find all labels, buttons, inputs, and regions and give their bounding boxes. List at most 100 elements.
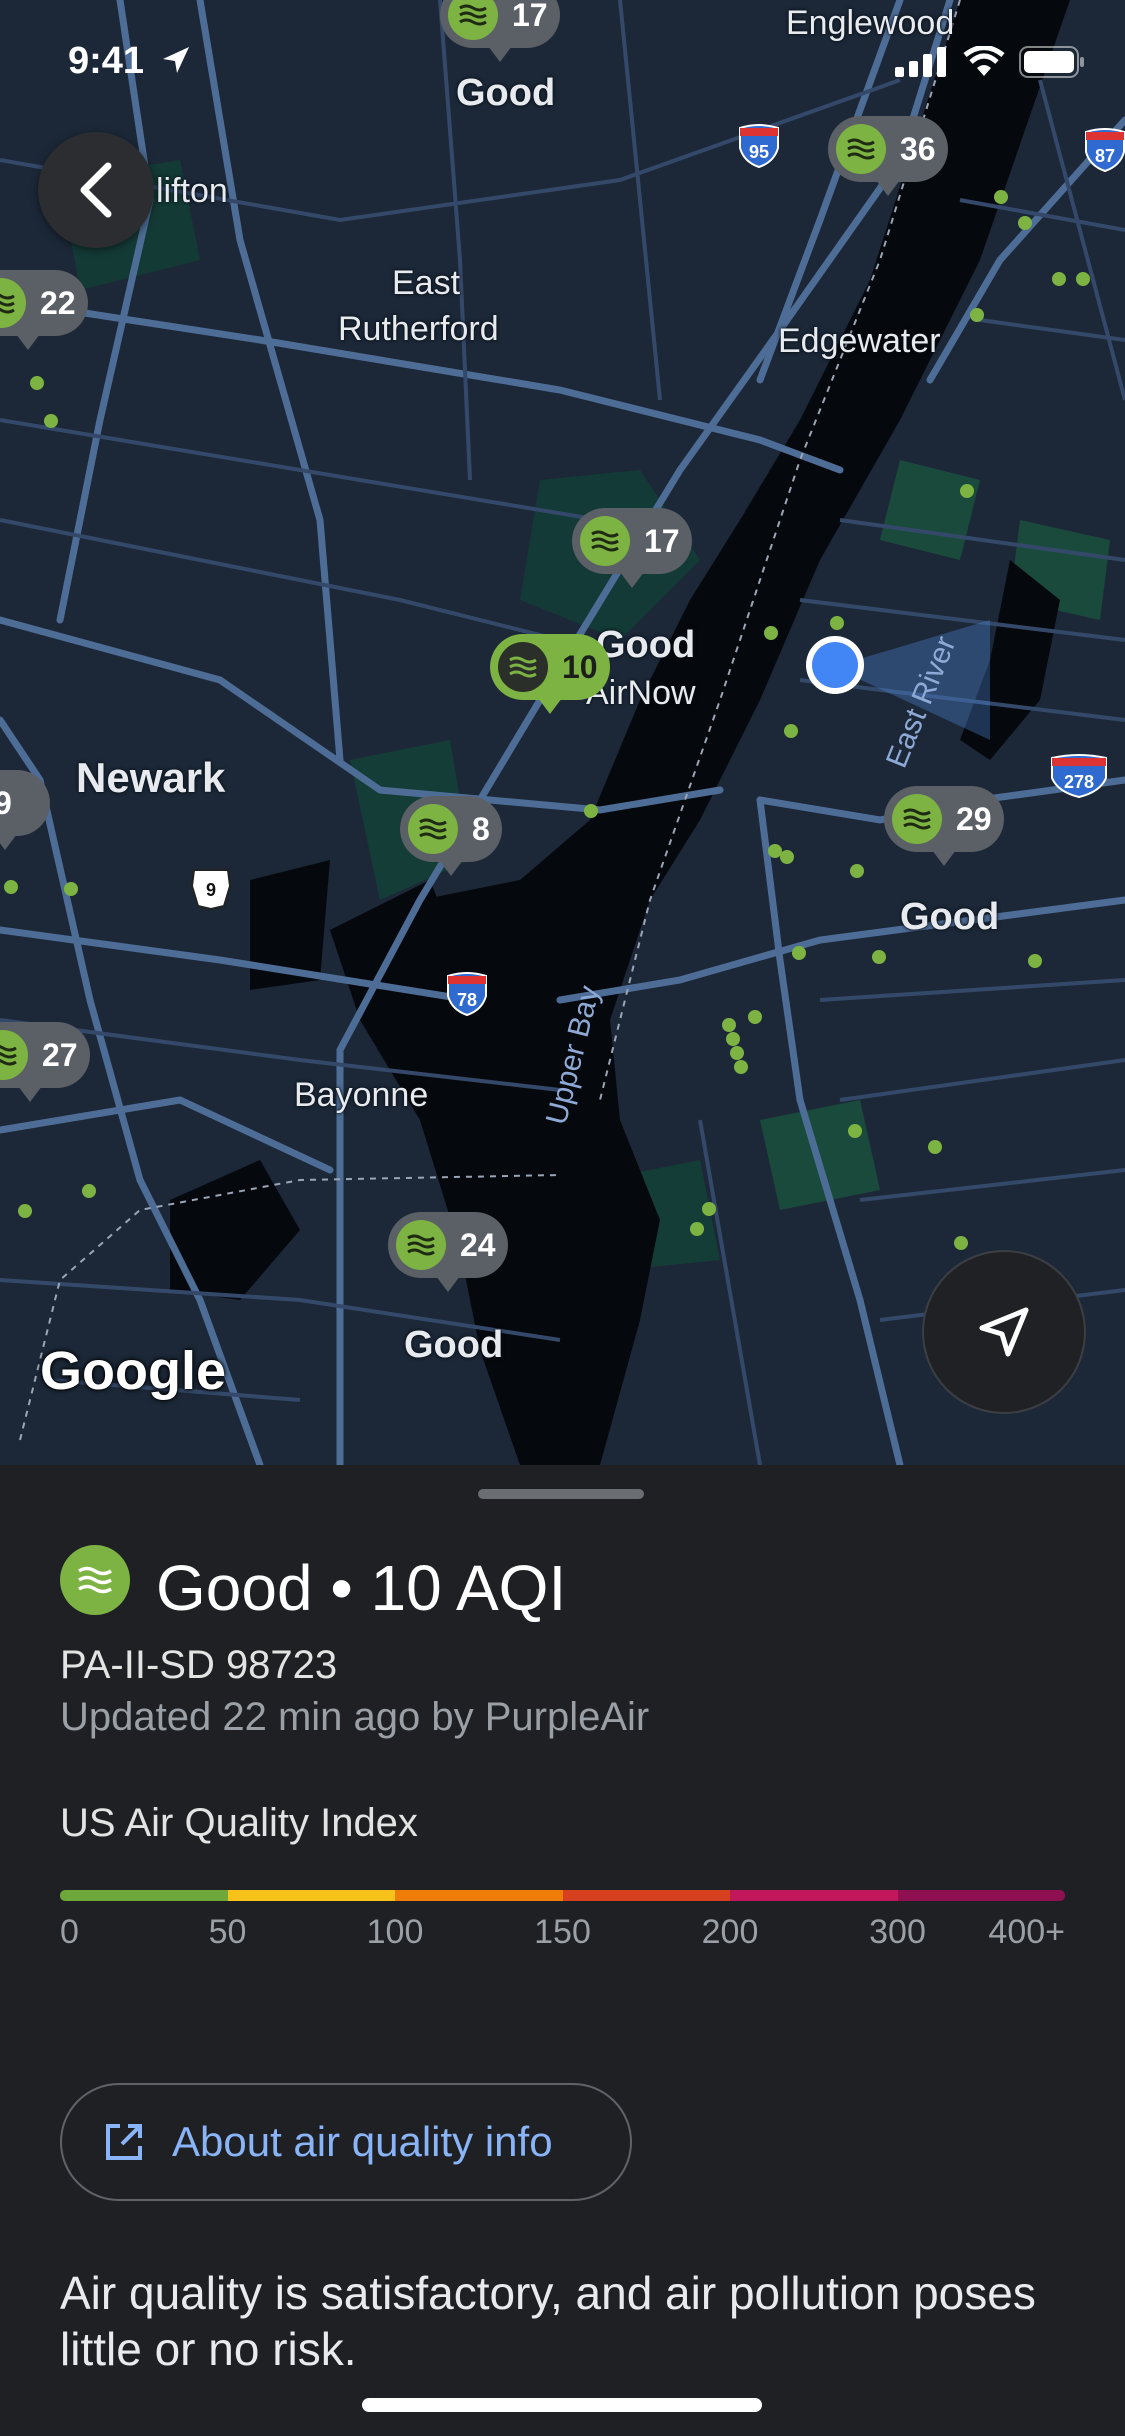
aqi-pin[interactable]: 17 [440,0,560,62]
station-label-good-right: Good [900,896,1000,938]
air-waves-icon [448,0,498,40]
aqi-scale-segment [60,1890,228,1901]
status-icons [895,46,1085,78]
station-dot[interactable] [30,376,44,390]
place-east-rutherford-line1: East [392,264,461,302]
station-dot[interactable] [18,1204,32,1218]
chevron-left-icon [80,162,112,218]
station-dot[interactable] [928,1140,942,1154]
svg-text:95: 95 [749,142,769,162]
station-dot[interactable] [64,882,78,896]
air-waves-icon [836,124,886,174]
interstate-95-shield: 95 [739,124,779,168]
station-dot[interactable] [748,1010,762,1024]
station-label-good-center: Good [596,624,696,666]
station-dot[interactable] [848,1124,862,1138]
station-dot[interactable] [780,850,794,864]
aqi-pin[interactable]: 22 [0,270,88,350]
station-dot[interactable] [970,308,984,322]
interstate-278-shield: 278 [1051,754,1107,798]
place-englewood: Englewood [786,4,955,42]
station-dot[interactable] [730,1046,744,1060]
interstate-87-shield: 87 [1085,128,1125,172]
station-dot[interactable] [1018,216,1032,230]
aqi-scale-tick: 200 [701,1913,759,1951]
map-view[interactable]: Englewood lifton East Rutherford Edgewat… [0,0,1125,1465]
air-quality-waves-icon [60,1545,130,1615]
screen: Englewood lifton East Rutherford Edgewat… [0,0,1125,2436]
station-dot[interactable] [784,724,798,738]
aqi-color-scale [60,1890,1065,1901]
station-dot[interactable] [960,484,974,498]
air-waves-icon [396,1220,446,1270]
cellular-signal-icon [895,47,946,77]
aqi-title: Good • 10 AQI [156,1552,567,1624]
station-detail-sheet: Good • 10 AQI PA-II-SD 98723 Updated 22 … [0,1465,1125,2436]
station-label-good-bottom: Good [404,1324,504,1366]
aqi-scale-tick: 400+ [988,1913,1065,1951]
aqi-pin[interactable]: 24 [388,1212,508,1292]
aqi-pin[interactable]: 8 [400,796,502,876]
home-indicator[interactable] [362,2398,762,2412]
svg-text:87: 87 [1095,146,1115,166]
navigation-arrow-icon [979,1307,1029,1357]
aqi-scale-segment [897,1890,1065,1901]
station-dot[interactable] [4,880,18,894]
station-dot[interactable] [792,946,806,960]
aqi-pin[interactable]: 27 [0,1022,90,1102]
aqi-pin[interactable]: 29 [884,786,1004,866]
aqi-scale-tick: 150 [534,1913,591,1951]
air-waves-icon [0,278,26,328]
current-location-marker [806,636,864,694]
station-dot[interactable] [82,1184,96,1198]
station-dot[interactable] [872,950,886,964]
location-arrow-icon [162,47,189,73]
aqi-pin[interactable]: 36 [828,116,948,196]
station-dot[interactable] [690,1222,704,1236]
aqi-scale-segment [562,1890,730,1901]
open-external-icon [106,2124,142,2160]
station-dot[interactable] [954,1236,968,1250]
us-route-9-shield: 9 [190,869,232,910]
air-waves-icon [580,516,630,566]
my-location-button[interactable] [922,1250,1086,1414]
aqi-scale-tick: 50 [208,1913,247,1951]
back-button[interactable] [38,132,154,248]
google-logo: Google [40,1341,226,1401]
station-dot[interactable] [764,626,778,640]
station-dot[interactable] [830,616,844,630]
place-edgewater: Edgewater [778,322,941,360]
place-clifton: lifton [156,172,228,210]
station-dot[interactable] [1028,954,1042,968]
station-label-good-top: Good [456,72,556,114]
svg-text:9: 9 [206,880,216,900]
station-dot[interactable] [702,1202,716,1216]
place-bayonne: Bayonne [294,1076,429,1114]
aqi-description: Air quality is satisfactory, and air pol… [60,2267,1036,2375]
status-time: 9:41 [68,40,193,83]
svg-text:278: 278 [1064,772,1094,792]
station-dot[interactable] [726,1032,740,1046]
aqi-pin-selected[interactable]: 10 [490,634,610,714]
wifi-icon [963,46,1005,76]
station-id: PA-II-SD 98723 [60,1643,338,1687]
station-dot[interactable] [722,1018,736,1032]
aqi-pin[interactable]: 17 [572,508,692,588]
station-dot[interactable] [734,1060,748,1074]
air-waves-icon [0,1030,28,1080]
interstate-78-shield: 78 [447,972,487,1016]
svg-text:78: 78 [457,990,477,1010]
aqi-scale-label: US Air Quality Index [60,1801,418,1845]
station-dot[interactable] [850,864,864,878]
place-east-rutherford-line2: Rutherford [338,310,499,348]
station-dot[interactable] [44,414,58,428]
sheet-drag-handle[interactable] [478,1489,644,1499]
station-dot[interactable] [994,190,1008,204]
aqi-scale-tick: 0 [60,1913,79,1951]
station-dot[interactable] [584,804,598,818]
about-air-quality-button[interactable]: About air quality info [60,2083,632,2201]
station-dot[interactable] [1076,272,1090,286]
battery-icon [1019,46,1084,78]
aqi-scale-segment [730,1890,898,1901]
station-dot[interactable] [1052,272,1066,286]
